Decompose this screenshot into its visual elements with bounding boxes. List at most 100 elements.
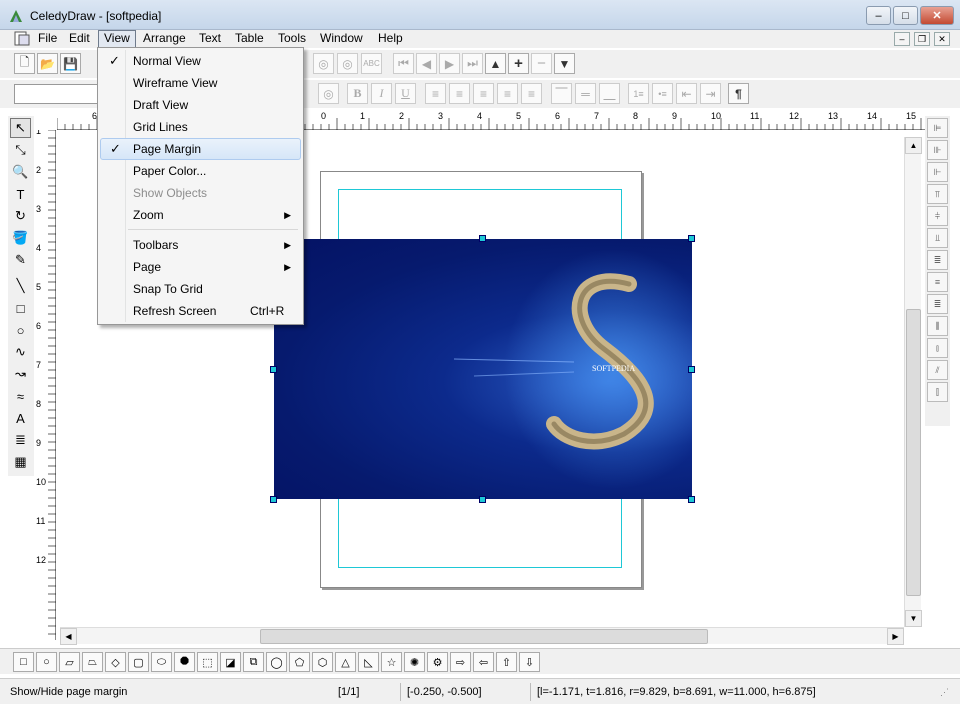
text-shape-icon[interactable]: ◎ bbox=[318, 83, 339, 104]
folded-corner-icon[interactable]: ◪ bbox=[220, 652, 241, 672]
view-menu-item-snap-to-grid[interactable]: Snap To Grid bbox=[100, 278, 301, 300]
view-menu-item-page[interactable]: Page ▶ bbox=[100, 256, 301, 278]
pentagon-arrow-icon[interactable]: ⬠ bbox=[289, 652, 310, 672]
curve-icon[interactable]: ∿ bbox=[10, 342, 31, 362]
space-h-icon[interactable]: ⫿ bbox=[927, 382, 948, 402]
menu-tools[interactable]: Tools bbox=[273, 30, 311, 48]
align-left-icon[interactable]: ⊫ bbox=[927, 118, 948, 138]
new-icon[interactable]: 🗋 bbox=[14, 53, 35, 74]
menu-view[interactable]: View bbox=[98, 30, 136, 48]
vertical-scroll-thumb[interactable] bbox=[906, 309, 921, 596]
document-icon[interactable] bbox=[13, 30, 31, 47]
text-on-path-icon[interactable]: ◎ bbox=[337, 53, 358, 74]
menu-edit[interactable]: Edit bbox=[64, 30, 95, 48]
view-menu-item-wireframe-view[interactable]: Wireframe View bbox=[100, 72, 301, 94]
resize-handle-br[interactable] bbox=[688, 496, 695, 503]
align-right-icon[interactable]: ⊩ bbox=[927, 162, 948, 182]
menu-window[interactable]: Window bbox=[315, 30, 368, 48]
zoom-icon[interactable]: 🔍 bbox=[10, 162, 31, 182]
table-icon[interactable]: ▦ bbox=[10, 452, 31, 472]
spell-check-icon[interactable]: ABC bbox=[361, 53, 382, 74]
underline-button[interactable]: U bbox=[395, 83, 416, 104]
indent-icon[interactable]: ⇥ bbox=[700, 83, 721, 104]
octagon-icon[interactable]: ⯃ bbox=[174, 652, 195, 672]
resize-grip-icon[interactable]: ⋰ bbox=[940, 687, 949, 698]
resize-handle-mr[interactable] bbox=[688, 366, 695, 373]
view-menu-item-normal-view[interactable]: Normal View ✓ bbox=[100, 50, 301, 72]
view-menu-item-refresh-screen[interactable]: Refresh Screen Ctrl+R bbox=[100, 300, 301, 322]
distribute-left-icon[interactable]: ⫼ bbox=[927, 316, 948, 336]
menu-arrange[interactable]: Arrange bbox=[138, 30, 191, 48]
rotate-icon[interactable]: ↻ bbox=[10, 206, 31, 226]
view-menu-item-show-objects[interactable]: Show Objects bbox=[100, 182, 301, 204]
horizontal-scrollbar[interactable]: ◀ ▶ bbox=[60, 627, 904, 645]
first-page-icon[interactable]: ⏮ bbox=[393, 53, 414, 74]
last-page-icon[interactable]: ⏭ bbox=[462, 53, 483, 74]
horizontal-scroll-thumb[interactable] bbox=[260, 629, 708, 644]
view-menu-item-toolbars[interactable]: Toolbars ▶ bbox=[100, 234, 301, 256]
arrow-right-icon[interactable]: ⇨ bbox=[450, 652, 471, 672]
scroll-up-icon[interactable]: ▲ bbox=[905, 137, 922, 154]
selected-image[interactable]: SOFTPEDIA bbox=[274, 239, 692, 499]
arrow-up-icon[interactable]: ⇧ bbox=[496, 652, 517, 672]
paragraph-icon[interactable]: ≣ bbox=[10, 430, 31, 450]
next-page-icon[interactable]: ▶ bbox=[439, 53, 460, 74]
fill-pattern-icon[interactable]: ◎ bbox=[313, 53, 334, 74]
rect-shape-icon[interactable]: □ bbox=[13, 652, 34, 672]
art-text-icon[interactable]: A bbox=[10, 408, 31, 428]
resize-handle-tc[interactable] bbox=[479, 235, 486, 242]
node-edit-icon[interactable]: ⤡ bbox=[10, 140, 31, 160]
valign-top-icon[interactable]: ⎺ bbox=[551, 83, 572, 104]
arrow-left-icon[interactable]: ⇦ bbox=[473, 652, 494, 672]
text-tool-icon[interactable]: T bbox=[10, 184, 31, 204]
italic-button[interactable]: I bbox=[371, 83, 392, 104]
view-menu-item-page-margin[interactable]: Page Margin ✓ bbox=[100, 138, 301, 160]
distribute-center-icon[interactable]: ⫾ bbox=[927, 338, 948, 358]
close-button[interactable]: ✕ bbox=[920, 6, 954, 25]
view-menu-item-paper-color[interactable]: Paper Color... bbox=[100, 160, 301, 182]
page-down-icon[interactable]: ▼ bbox=[554, 53, 575, 74]
select-arrow-icon[interactable]: ↖ bbox=[10, 118, 31, 138]
resize-handle-bl[interactable] bbox=[270, 496, 277, 503]
mdi-minimize-button[interactable]: – bbox=[894, 32, 910, 46]
bullet-list-icon[interactable]: •≡ bbox=[652, 83, 673, 104]
callout-icon[interactable]: ◯ bbox=[266, 652, 287, 672]
resize-handle-tr[interactable] bbox=[688, 235, 695, 242]
view-menu-item-grid-lines[interactable]: Grid Lines bbox=[100, 116, 301, 138]
arrow-down-icon[interactable]: ⇩ bbox=[519, 652, 540, 672]
gear-shape-icon[interactable]: ⚙ bbox=[427, 652, 448, 672]
prev-page-icon[interactable]: ◀ bbox=[416, 53, 437, 74]
page-up-icon[interactable]: ▲ bbox=[485, 53, 506, 74]
distribute-top-icon[interactable]: ≣ bbox=[927, 250, 948, 270]
freehand-icon[interactable]: ≈ bbox=[10, 386, 31, 406]
ellipse-icon[interactable]: ○ bbox=[10, 320, 31, 340]
valign-middle-icon[interactable]: ═ bbox=[575, 83, 596, 104]
maximize-button[interactable]: □ bbox=[893, 6, 918, 25]
save-icon[interactable]: 💾 bbox=[60, 53, 81, 74]
align-center-h-icon[interactable]: ⊪ bbox=[927, 140, 948, 160]
stadium-icon[interactable]: ⬭ bbox=[151, 652, 172, 672]
distribute-bottom-icon[interactable]: ≣ bbox=[927, 294, 948, 314]
scroll-left-icon[interactable]: ◀ bbox=[60, 628, 77, 645]
menu-table[interactable]: Table bbox=[230, 30, 269, 48]
view-menu-item-zoom[interactable]: Zoom ▶ bbox=[100, 204, 301, 226]
rounded-rect-icon[interactable]: ▢ bbox=[128, 652, 149, 672]
diamond-icon[interactable]: ◇ bbox=[105, 652, 126, 672]
circle-shape-icon[interactable]: ○ bbox=[36, 652, 57, 672]
open-icon[interactable]: 📂 bbox=[37, 53, 58, 74]
pen-icon[interactable]: ✎ bbox=[10, 250, 31, 270]
distribute-right-icon[interactable]: ⫽ bbox=[927, 360, 948, 380]
menu-text[interactable]: Text bbox=[194, 30, 226, 48]
bold-button[interactable]: B bbox=[347, 83, 368, 104]
distribute-text-icon[interactable]: ≡ bbox=[521, 83, 542, 104]
fill-bucket-icon[interactable]: 🪣 bbox=[10, 228, 31, 248]
resize-handle-bc[interactable] bbox=[479, 496, 486, 503]
triangle-icon[interactable]: △ bbox=[335, 652, 356, 672]
minimize-button[interactable]: – bbox=[866, 6, 891, 25]
align-left-text-icon[interactable]: ≡ bbox=[425, 83, 446, 104]
seal-icon[interactable]: ✺ bbox=[404, 652, 425, 672]
outdent-icon[interactable]: ⇤ bbox=[676, 83, 697, 104]
scroll-right-icon[interactable]: ▶ bbox=[887, 628, 904, 645]
line-icon[interactable]: ╲ bbox=[10, 276, 31, 296]
parallelogram-icon[interactable]: ▱ bbox=[59, 652, 80, 672]
